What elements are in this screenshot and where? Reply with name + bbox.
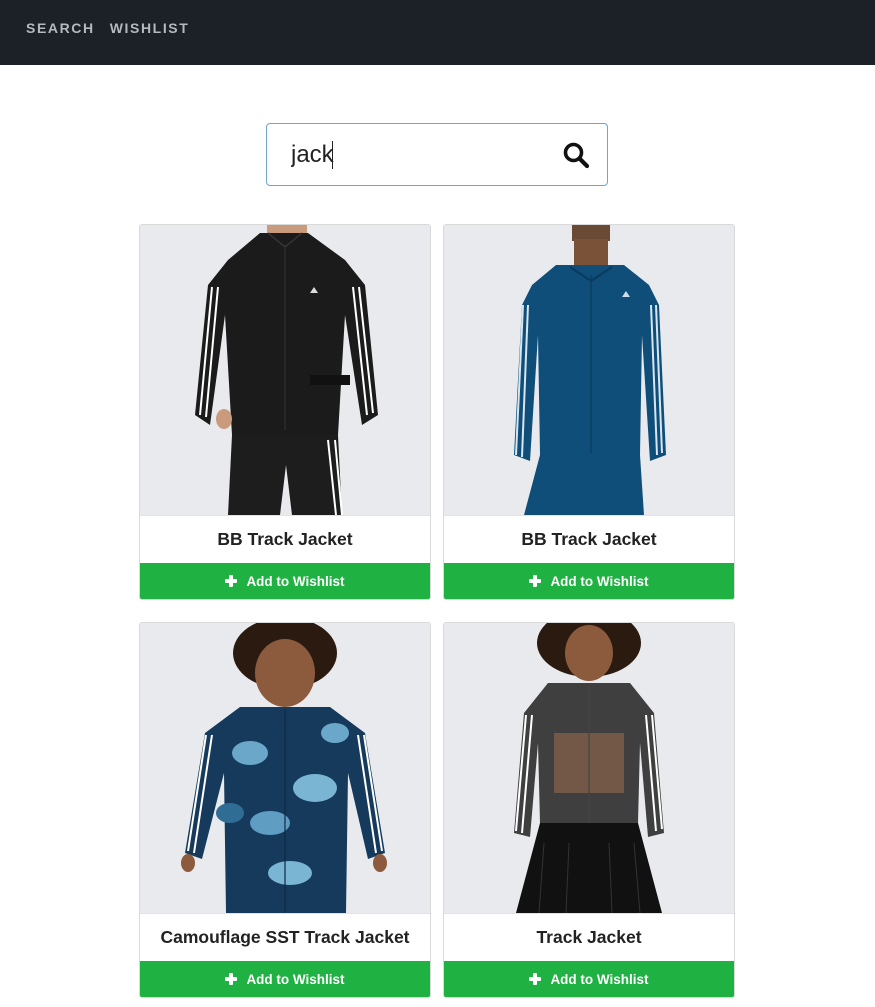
nav-link-wishlist[interactable]: WISHLIST <box>110 20 190 36</box>
search-input[interactable] <box>291 134 551 176</box>
search-icon[interactable] <box>562 141 590 169</box>
add-to-wishlist-button[interactable]: Add to Wishlist <box>140 563 430 599</box>
text-caret <box>332 141 333 169</box>
product-title: Camouflage SST Track Jacket <box>140 913 430 961</box>
plus-icon <box>529 575 542 587</box>
product-card: Track Jacket Add to Wishlist <box>443 622 735 998</box>
add-to-wishlist-label: Add to Wishlist <box>550 573 649 589</box>
plus-icon <box>225 973 238 985</box>
plus-icon <box>225 575 238 587</box>
product-image[interactable] <box>140 225 430 515</box>
product-title: Track Jacket <box>444 913 734 961</box>
add-to-wishlist-label: Add to Wishlist <box>246 971 345 987</box>
product-image[interactable] <box>444 623 734 913</box>
add-to-wishlist-label: Add to Wishlist <box>550 971 649 987</box>
product-image[interactable] <box>140 623 430 913</box>
product-card: BB Track Jacket Add to Wishlist <box>139 224 431 600</box>
plus-icon <box>529 973 542 985</box>
product-title: BB Track Jacket <box>140 515 430 563</box>
product-card: Camouflage SST Track Jacket Add to Wishl… <box>139 622 431 998</box>
add-to-wishlist-button[interactable]: Add to Wishlist <box>444 961 734 997</box>
add-to-wishlist-button[interactable]: Add to Wishlist <box>444 563 734 599</box>
nav-link-search[interactable]: SEARCH <box>26 20 95 36</box>
top-navbar: SEARCH WISHLIST <box>0 0 875 65</box>
search-box <box>266 123 608 186</box>
product-card: BB Track Jacket Add to Wishlist <box>443 224 735 600</box>
add-to-wishlist-button[interactable]: Add to Wishlist <box>140 961 430 997</box>
product-title: BB Track Jacket <box>444 515 734 563</box>
product-image[interactable] <box>444 225 734 515</box>
add-to-wishlist-label: Add to Wishlist <box>246 573 345 589</box>
